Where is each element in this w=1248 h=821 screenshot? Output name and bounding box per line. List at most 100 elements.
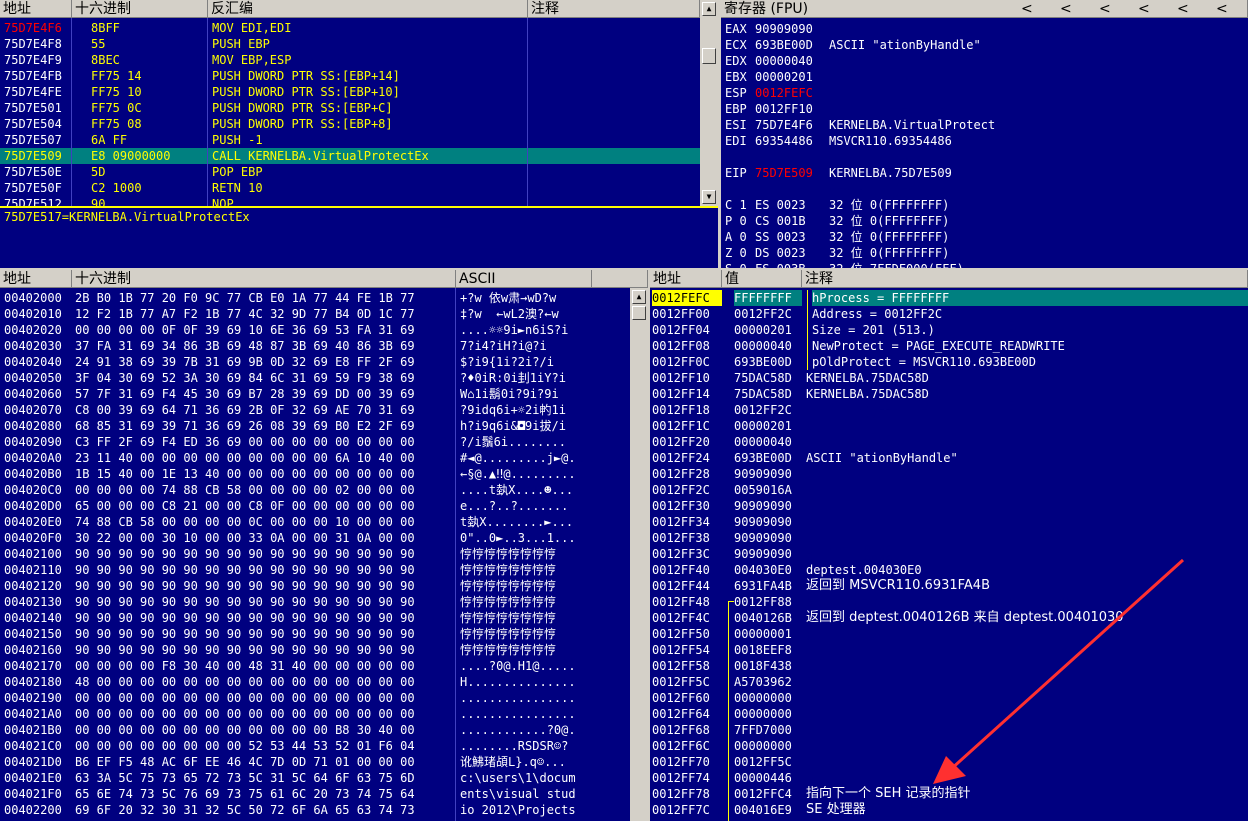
stack-row[interactable]: 0012FF30 90909090	[650, 498, 1248, 514]
dump-header-ascii[interactable]: ASCII	[456, 270, 592, 288]
disasm-row[interactable]: 75D7E4F6 8BFF MOV EDI,EDI	[0, 20, 700, 36]
stack-row[interactable]: 0012FF3C 90909090	[650, 546, 1248, 562]
dump-row[interactable]: 00402100 90 90 90 90 90 90 90 90 90 90 90…	[0, 546, 630, 562]
stack-row[interactable]: 0012FF44 6931FA4B 返回到 MSVCR110.6931FA4B	[650, 578, 1248, 594]
stack-row[interactable]: 0012FF58 0018F438	[650, 658, 1248, 674]
stack-row[interactable]: 0012FF10 75DAC58D KERNELBA.75DAC58D	[650, 370, 1248, 386]
dump-row[interactable]: 00402180 48 00 00 00 00 00 00 00 00 00 00…	[0, 674, 630, 690]
stack-row[interactable]: 0012FF34 90909090	[650, 514, 1248, 530]
scroll-down-icon[interactable]: ▼	[702, 190, 716, 204]
disasm-pane[interactable]: 地址 十六进制 反汇编 注释 75D7E4F6 8BFF MOV EDI,EDI 75…	[0, 0, 718, 268]
stack-row[interactable]: 0012FF18 0012FF2C	[650, 402, 1248, 418]
register-line[interactable]	[721, 181, 1248, 197]
dump-row[interactable]: 00402010 12 F2 1B 77 A7 F2 1B 77 4C 32 9D…	[0, 306, 630, 322]
stack-header-value[interactable]: 值	[722, 270, 802, 288]
disasm-row[interactable]: 75D7E50F C2 1000 RETN 10	[0, 180, 700, 196]
stack-row[interactable]: 0012FF38 90909090	[650, 530, 1248, 546]
disasm-row[interactable]: 75D7E509 E8 09000000 CALL KERNELBA.Virtual…	[0, 148, 700, 164]
register-line[interactable]: ECX 693BE00D ASCII "ationByHandle"	[721, 37, 1248, 53]
stack-pane[interactable]: 地址 值 注释 0012FEFC FFFFFFFF hProcess = FFFFF…	[650, 270, 1248, 821]
register-line[interactable]: A 0 SS 0023 32 位 0(FFFFFFFF)	[721, 229, 1248, 245]
stack-row[interactable]: 0012FF20 00000040	[650, 434, 1248, 450]
stack-row[interactable]: 0012FF24 693BE00D ASCII "ationByHandle"	[650, 450, 1248, 466]
dump-header-hex[interactable]: 十六进制	[72, 270, 456, 288]
disasm-row[interactable]: 75D7E512 90 NOP	[0, 196, 700, 206]
stack-row[interactable]: 0012FF5C A5703962	[650, 674, 1248, 690]
dump-row[interactable]: 004020C0 00 00 00 00 74 88 CB 58 00 00 00…	[0, 482, 630, 498]
disasm-row[interactable]: 75D7E4FB FF75 14 PUSH DWORD PTR SS:[EBP+14…	[0, 68, 700, 84]
dump-row[interactable]: 00402040 24 91 38 69 39 7B 31 69 9B 0D 32…	[0, 354, 630, 370]
stack-row[interactable]: 0012FF1C 00000201	[650, 418, 1248, 434]
stack-row[interactable]: 0012FF28 90909090	[650, 466, 1248, 482]
dump-row[interactable]: 00402090 C3 FF 2F 69 F4 ED 36 69 00 00 00…	[0, 434, 630, 450]
disasm-row[interactable]: 75D7E501 FF75 0C PUSH DWORD PTR SS:[EBP+C]	[0, 100, 700, 116]
register-line[interactable]: P 0 CS 001B 32 位 0(FFFFFFFF)	[721, 213, 1248, 229]
dump-row[interactable]: 004021B0 00 00 00 00 00 00 00 00 00 00 00…	[0, 722, 630, 738]
disasm-header-asm[interactable]: 反汇编	[208, 0, 528, 18]
disasm-row[interactable]: 75D7E507 6A FF PUSH -1	[0, 132, 700, 148]
stack-row[interactable]: 0012FF2C 0059016A	[650, 482, 1248, 498]
dump-row[interactable]: 00402140 90 90 90 90 90 90 90 90 90 90 90…	[0, 610, 630, 626]
dump-row[interactable]: 00402070 C8 00 39 69 64 71 36 69 2B 0F 32…	[0, 402, 630, 418]
register-line[interactable]	[721, 149, 1248, 165]
dump-row[interactable]: 004020F0 30 22 00 00 30 10 00 00 33 0A 00…	[0, 530, 630, 546]
register-nav-arrow-icon[interactable]: <	[1060, 0, 1090, 17]
stack-row[interactable]: 0012FF78 0012FFC4 指向下一个 SEH 记录的指针	[650, 786, 1248, 802]
dump-row[interactable]: 004021C0 00 00 00 00 00 00 00 00 52 53 44…	[0, 738, 630, 754]
dump-row[interactable]: 004020B0 1B 15 40 00 1E 13 40 00 00 00 00…	[0, 466, 630, 482]
stack-row[interactable]: 0012FF68 7FFD7000	[650, 722, 1248, 738]
dump-row[interactable]: 00402130 90 90 90 90 90 90 90 90 90 90 90…	[0, 594, 630, 610]
dump-row[interactable]: 004020D0 65 00 00 00 C8 21 00 00 C8 0F 00…	[0, 498, 630, 514]
stack-row[interactable]: 0012FF04 00000201 Size = 201 (513.)	[650, 322, 1248, 338]
stack-row[interactable]: 0012FEFC FFFFFFFF hProcess = FFFFFFFF	[650, 290, 1248, 306]
dump-scrollbar[interactable]: ▲	[630, 288, 648, 821]
register-line[interactable]: ESP 0012FEFC	[721, 85, 1248, 101]
stack-row[interactable]: 0012FF48 0012FF88	[650, 594, 1248, 610]
dump-row[interactable]: 004021A0 00 00 00 00 00 00 00 00 00 00 00…	[0, 706, 630, 722]
disasm-row[interactable]: 75D7E504 FF75 08 PUSH DWORD PTR SS:[EBP+8]	[0, 116, 700, 132]
register-line[interactable]: Z 0 DS 0023 32 位 0(FFFFFFFF)	[721, 245, 1248, 261]
register-line[interactable]: EBX 00000201	[721, 69, 1248, 85]
registers-pane[interactable]: 寄存器 (FPU) < < < < < < EAX 90909090 ECX 693BE00D A…	[721, 0, 1248, 268]
register-nav-arrow-icon[interactable]: <	[1099, 0, 1129, 17]
dump-row[interactable]: 00402200 69 6F 20 32 30 31 32 5C 50 72 6F…	[0, 802, 630, 818]
register-nav-arrow-icon[interactable]: <	[1021, 0, 1051, 17]
scroll-thumb[interactable]	[632, 306, 646, 320]
register-line[interactable]: EAX 90909090	[721, 21, 1248, 37]
dump-row[interactable]: 004021F0 65 6E 74 73 5C 76 69 73 75 61 6C…	[0, 786, 630, 802]
disasm-row[interactable]: 75D7E4F8 55 PUSH EBP	[0, 36, 700, 52]
stack-row[interactable]: 0012FF64 00000000	[650, 706, 1248, 722]
register-line[interactable]: EBP 0012FF10	[721, 101, 1248, 117]
dump-row[interactable]: 00402030 37 FA 31 69 34 86 3B 69 48 87 3B…	[0, 338, 630, 354]
dump-row[interactable]: 004020A0 23 11 40 00 00 00 00 00 00 00 00…	[0, 450, 630, 466]
dump-row[interactable]: 00402000 2B B0 1B 77 20 F0 9C 77 CB E0 1A…	[0, 290, 630, 306]
stack-row[interactable]: 0012FF54 0018EEF8	[650, 642, 1248, 658]
dump-row[interactable]: 004020E0 74 88 CB 58 00 00 00 00 0C 00 00…	[0, 514, 630, 530]
dump-pane[interactable]: 地址 十六进制 ASCII 00402000 2B B0 1B 77 20 F0 …	[0, 270, 648, 821]
register-line[interactable]: EDI 69354486 MSVCR110.69354486	[721, 133, 1248, 149]
dump-row[interactable]: 00402080 68 85 31 69 39 71 36 69 26 08 39…	[0, 418, 630, 434]
disasm-row[interactable]: 75D7E4FE FF75 10 PUSH DWORD PTR SS:[EBP+10…	[0, 84, 700, 100]
scroll-up-icon[interactable]: ▲	[702, 2, 716, 16]
stack-row[interactable]: 0012FF60 00000000	[650, 690, 1248, 706]
dump-row[interactable]: 004021D0 B6 EF F5 48 AC 6F EE 46 4C 7D 0D…	[0, 754, 630, 770]
dump-row[interactable]: 00402110 90 90 90 90 90 90 90 90 90 90 90…	[0, 562, 630, 578]
registers-header[interactable]: 寄存器 (FPU) < < < < < <	[721, 0, 1248, 18]
stack-row[interactable]: 0012FF40 004030E0 deptest.004030E0	[650, 562, 1248, 578]
stack-row[interactable]: 0012FF70 0012FF5C	[650, 754, 1248, 770]
stack-row[interactable]: 0012FF50 00000001	[650, 626, 1248, 642]
stack-header-addr[interactable]: 地址	[650, 270, 722, 288]
dump-row[interactable]: 00402120 90 90 90 90 90 90 90 90 90 90 90…	[0, 578, 630, 594]
disasm-header-addr[interactable]: 地址	[0, 0, 72, 18]
dump-row[interactable]: 00402020 00 00 00 00 0F 0F 39 69 10 6E 36…	[0, 322, 630, 338]
register-nav-arrow-icon[interactable]: <	[1216, 0, 1246, 17]
stack-row[interactable]: 0012FF4C 0040126B 返回到 deptest.0040126B 来自 …	[650, 610, 1248, 626]
register-line[interactable]: ESI 75D7E4F6 KERNELBA.VirtualProtect	[721, 117, 1248, 133]
disasm-header-hex[interactable]: 十六进制	[72, 0, 208, 18]
register-line[interactable]: EIP 75D7E509 KERNELBA.75D7E509	[721, 165, 1248, 181]
dump-row[interactable]: 00402160 90 90 90 90 90 90 90 90 90 90 90…	[0, 642, 630, 658]
stack-row[interactable]: 0012FF14 75DAC58D KERNELBA.75DAC58D	[650, 386, 1248, 402]
stack-row[interactable]: 0012FF0C 693BE00D pOldProtect = MSVCR110.6…	[650, 354, 1248, 370]
disasm-scrollbar[interactable]: ▲ ▼	[700, 0, 718, 208]
dump-row[interactable]: 00402150 90 90 90 90 90 90 90 90 90 90 90…	[0, 626, 630, 642]
